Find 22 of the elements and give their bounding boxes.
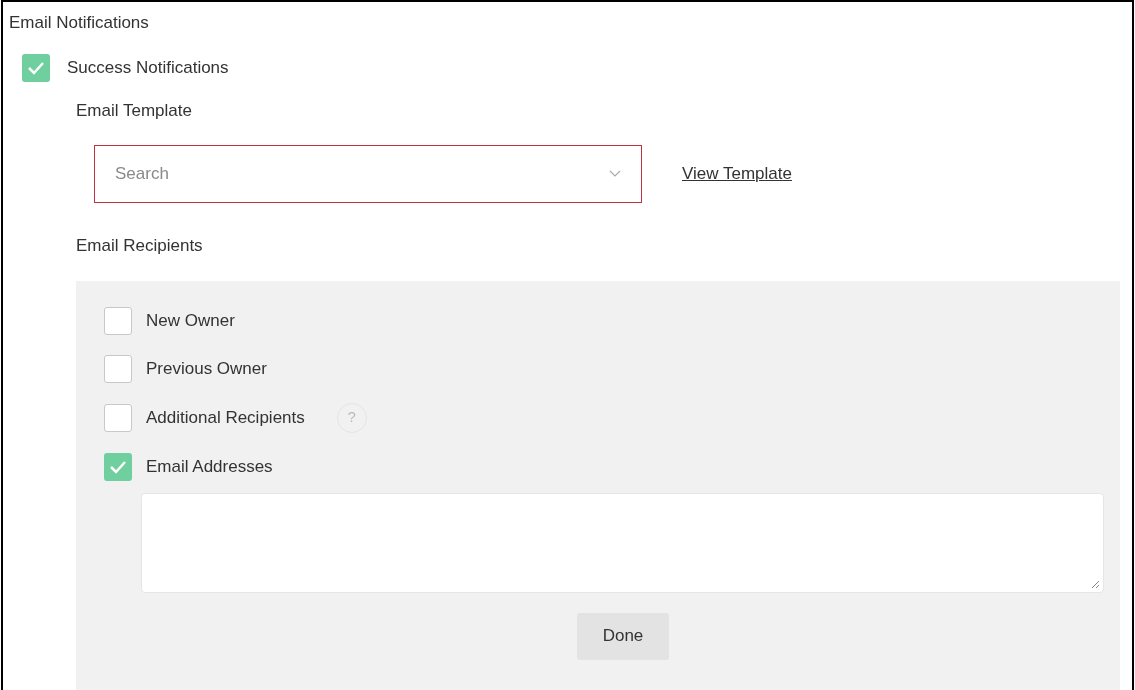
checkbox-label: Additional Recipients bbox=[146, 406, 305, 429]
done-button[interactable]: Done bbox=[577, 612, 669, 660]
checkbox[interactable] bbox=[104, 403, 132, 432]
template-select[interactable]: Search bbox=[94, 145, 642, 203]
checkbox-label: New Owner bbox=[146, 309, 235, 332]
checkbox-label: Success Notifications bbox=[67, 56, 229, 79]
checkbox-label: Previous Owner bbox=[146, 357, 267, 380]
email-addresses-field[interactable] bbox=[141, 492, 1104, 593]
field-label: Email Template bbox=[76, 99, 192, 122]
resize-handle-icon bbox=[1091, 579, 1100, 589]
placeholder-text: Search bbox=[115, 163, 169, 186]
checkbox-label: Email Addresses bbox=[146, 455, 273, 478]
checkbox[interactable] bbox=[22, 53, 50, 82]
checkbox[interactable] bbox=[104, 354, 132, 383]
section-title: Email Notifications bbox=[9, 12, 149, 34]
field-label: Email Recipients bbox=[76, 235, 203, 257]
checkbox[interactable] bbox=[104, 306, 132, 335]
checkmark-icon bbox=[109, 459, 127, 474]
checkmark-icon bbox=[27, 60, 45, 75]
view-template-link[interactable]: View Template bbox=[682, 161, 792, 187]
checkbox[interactable] bbox=[104, 452, 132, 481]
chevron-down-icon bbox=[609, 170, 621, 178]
